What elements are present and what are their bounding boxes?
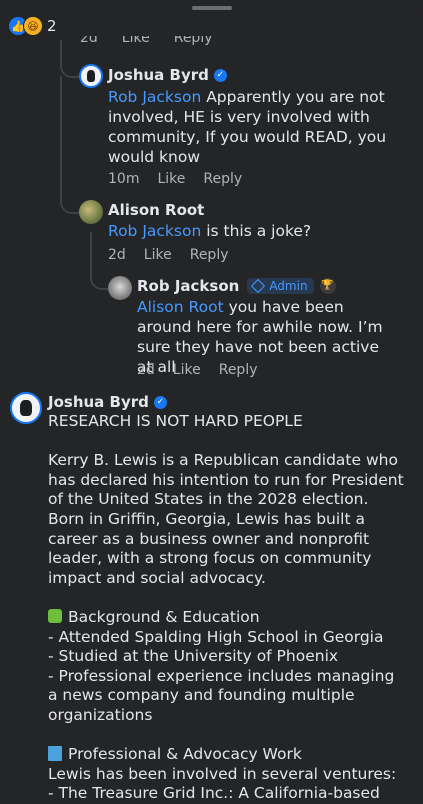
paragraph: Lewis has been involved in several ventu…	[48, 764, 397, 783]
comment-time: 10m	[108, 171, 140, 187]
like-button[interactable]: Like	[173, 362, 201, 378]
paragraph: Kerry B. Lewis is a Republican candidate…	[48, 451, 404, 587]
mention-link[interactable]: Alison Root	[137, 298, 224, 316]
avatar[interactable]	[108, 276, 132, 300]
headline: RESEARCH IS NOT HARD PEOPLE	[48, 412, 303, 430]
section-heading: Background & Education	[48, 608, 408, 628]
drag-handle[interactable]	[192, 6, 232, 10]
comment-actions: 10m Like Reply	[108, 171, 260, 187]
previous-comment-meta: 2d Like Reply	[80, 36, 213, 46]
comments-sheet: 👍 😆 2 2d Like Reply Joshua Byrd ✓ Rob Jacks…	[0, 0, 423, 802]
comment-author[interactable]: Joshua Byrd ✓	[108, 66, 227, 84]
comment-author[interactable]: Alison Root	[108, 201, 204, 219]
list-item: - Studied at the University of Phoenix	[48, 647, 339, 666]
trophy-icon: 🏆	[319, 278, 336, 294]
mention-link[interactable]: Rob Jackson	[108, 88, 201, 106]
thread-line	[90, 232, 108, 290]
section-heading: Professional & Advocacy Work	[48, 745, 408, 765]
list-item: - Professional experience includes manag…	[48, 666, 395, 724]
thread-line	[60, 76, 80, 214]
list-item: - The Treasure Grid Inc.: A California-b…	[48, 784, 380, 803]
verified-badge-icon: ✓	[153, 395, 167, 409]
comment-time: 2d	[137, 362, 155, 378]
reply-button[interactable]: Reply	[203, 171, 242, 187]
mention-link[interactable]: Rob Jackson	[108, 222, 201, 240]
office-building-icon	[48, 746, 62, 762]
comment-text: Rob Jackson is this a joke?	[108, 222, 312, 240]
verified-badge-icon: ✓	[213, 68, 227, 82]
thread-line	[60, 40, 80, 78]
puzzle-piece-icon	[48, 608, 62, 623]
reply-button[interactable]: Reply	[190, 247, 229, 263]
avatar[interactable]	[79, 64, 103, 88]
diamond-icon	[251, 278, 266, 294]
list-item: - Attended Spalding High School in Georg…	[48, 627, 384, 646]
comment-author[interactable]: Rob Jackson Admin 🏆	[137, 277, 336, 295]
like-button[interactable]: Like	[144, 247, 172, 263]
comment-actions: 2d Like Reply	[108, 247, 247, 263]
comment-author[interactable]: Joshua Byrd ✓	[48, 393, 167, 411]
comment-text: Rob Jackson Apparently you are not invol…	[108, 88, 387, 166]
laughing-face-icon: 😆	[23, 16, 43, 36]
reaction-count: 2	[47, 17, 57, 35]
avatar[interactable]	[79, 200, 103, 224]
admin-badge: Admin	[247, 278, 314, 294]
comment-actions: 2d Like Reply	[137, 362, 276, 378]
reaction-summary[interactable]: 👍 😆 2	[8, 16, 57, 36]
reply-button[interactable]: Reply	[219, 362, 258, 378]
avatar[interactable]	[10, 392, 42, 424]
comment-text: RESEARCH IS NOT HARD PEOPLE Kerry B. Lew…	[48, 412, 408, 804]
comment-time: 2d	[108, 247, 126, 263]
like-button[interactable]: Like	[157, 171, 185, 187]
